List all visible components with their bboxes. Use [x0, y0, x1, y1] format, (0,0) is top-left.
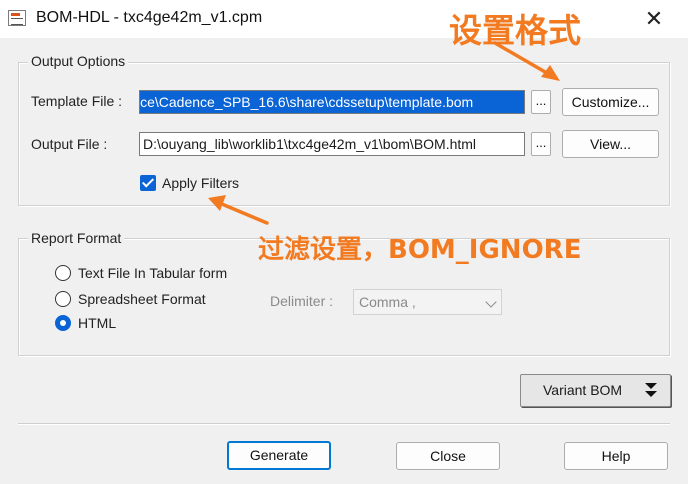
output-file-input[interactable]: D:\ouyang_lib\worklib1\txc4ge42m_v1\bom\…: [139, 132, 525, 156]
radio-text-tabular[interactable]: [55, 265, 71, 281]
apply-filters-label[interactable]: Apply Filters: [162, 175, 239, 191]
window-title: BOM-HDL - txc4ge42m_v1.cpm: [36, 9, 263, 26]
title-bar: BOM-HDL - txc4ge42m_v1.cpm ✕: [0, 0, 688, 38]
generate-button[interactable]: Generate: [227, 441, 331, 470]
delimiter-label: Delimiter :: [270, 293, 334, 309]
template-file-input[interactable]: ice\Cadence_SPB_16.6\share\cdssetup\temp…: [139, 90, 525, 114]
help-button[interactable]: Help: [564, 442, 668, 470]
delimiter-value: Comma ,: [359, 294, 416, 310]
arrow-to-customize-icon: [493, 41, 560, 81]
close-window-icon[interactable]: ✕: [636, 4, 672, 34]
bom-app-icon: [8, 10, 26, 26]
variant-bom-label: Variant BOM: [543, 382, 623, 398]
output-browse-button[interactable]: ...: [531, 132, 551, 156]
output-file-label: Output File :: [31, 136, 108, 152]
radio-html-label[interactable]: HTML: [78, 315, 116, 331]
variant-bom-button[interactable]: Variant BOM: [520, 374, 671, 407]
report-format-label: Report Format: [28, 230, 125, 246]
radio-spreadsheet[interactable]: [55, 291, 71, 307]
chevron-down-icon: [485, 296, 497, 308]
customize-button[interactable]: Customize...: [562, 88, 659, 116]
template-file-label: Template File :: [31, 93, 123, 109]
close-button[interactable]: Close: [396, 442, 500, 470]
radio-html[interactable]: [55, 315, 71, 331]
radio-spreadsheet-label[interactable]: Spreadsheet Format: [78, 291, 206, 307]
apply-filters-checkbox[interactable]: [140, 175, 156, 191]
footer-separator: [18, 423, 670, 425]
radio-text-tabular-label[interactable]: Text File In Tabular form: [78, 265, 227, 281]
filter-annotation: 过滤设置，BOM_IGNORE: [258, 235, 582, 265]
double-chevron-down-icon: [645, 383, 657, 397]
arrow-to-apply-filters-icon: [208, 195, 269, 225]
delimiter-select[interactable]: Comma ,: [353, 289, 502, 315]
output-options-label: Output Options: [28, 53, 129, 69]
template-browse-button[interactable]: ...: [531, 90, 551, 114]
view-button[interactable]: View...: [562, 130, 659, 158]
